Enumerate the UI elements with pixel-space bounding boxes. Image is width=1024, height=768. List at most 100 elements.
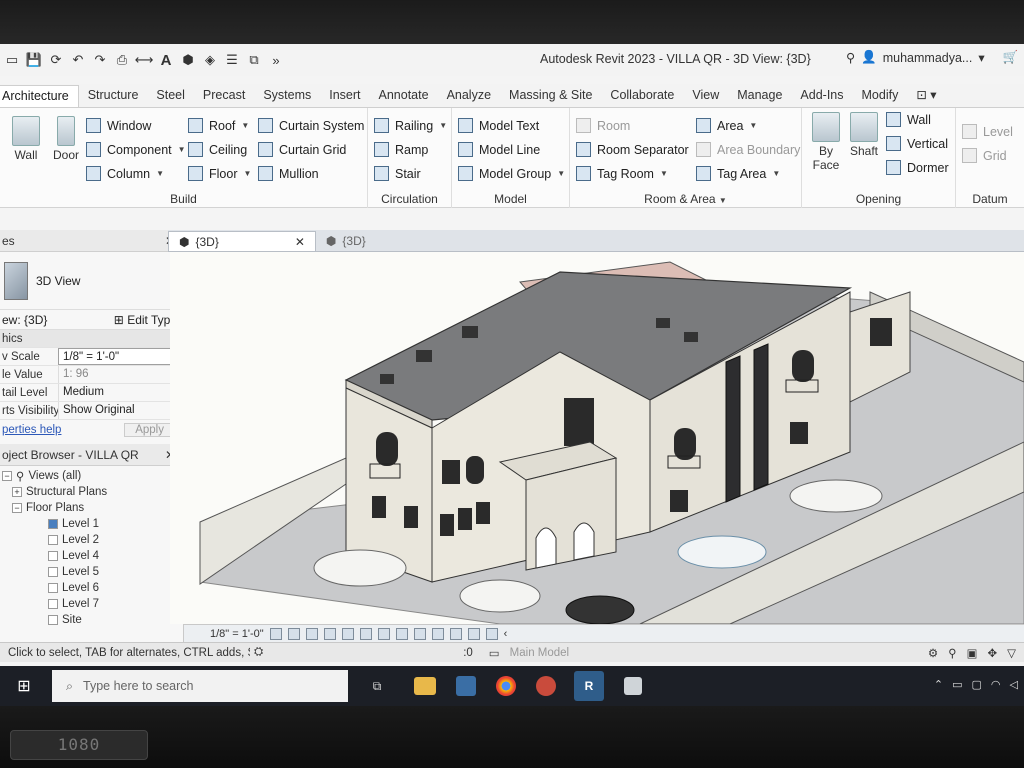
tree-item-views[interactable]: − ⚲ Views (all) <box>0 468 183 484</box>
view-scale[interactable]: 1/8" = 1'-0" <box>210 628 264 640</box>
main-model-label[interactable]: Main Model <box>510 647 569 659</box>
expand-qat-icon[interactable]: » <box>268 52 284 68</box>
tab-structure[interactable]: Structure <box>79 85 148 107</box>
collapse-icon[interactable]: − <box>12 503 22 513</box>
render-icon[interactable] <box>341 627 354 640</box>
tree-item-level[interactable]: Level 6 <box>0 580 183 596</box>
property-value[interactable]: 1/8" = 1'-0" <box>58 348 183 365</box>
chevron-down-icon[interactable]: ▼ <box>660 169 668 178</box>
model-text-button[interactable]: Model Text <box>458 118 539 133</box>
tree-item-level[interactable]: Level 4 <box>0 548 183 564</box>
cart-icon[interactable]: 🛒 <box>1003 50 1019 65</box>
drag-elements-icon[interactable]: ✥ <box>988 646 998 660</box>
tab-massing-site[interactable]: Massing & Site <box>500 85 601 107</box>
ribbon-minimize-icon[interactable]: ⊡ ▾ <box>907 85 945 107</box>
3d-view-canvas[interactable] <box>170 252 1024 624</box>
tab-architecture[interactable]: Architecture <box>0 85 79 107</box>
highlight-displacement-icon[interactable] <box>467 627 480 640</box>
binoculars-icon[interactable]: ⚲ <box>846 50 855 65</box>
chevron-down-icon[interactable]: ▼ <box>439 121 447 130</box>
room-button[interactable]: Room <box>576 118 630 133</box>
tree-item-level[interactable]: Level 7 <box>0 596 183 612</box>
tab-annotate[interactable]: Annotate <box>370 85 438 107</box>
floor-button[interactable]: Floor ▼ <box>188 166 251 181</box>
chevron-down-icon[interactable]: ▼ <box>241 121 249 130</box>
chevron-up-icon[interactable]: ⌃ <box>934 678 943 691</box>
windows-start-icon[interactable]: ⊞ <box>0 666 48 706</box>
sync-icon[interactable]: ⟳ <box>48 52 64 68</box>
select-faces-icon[interactable]: ▣ <box>967 646 978 660</box>
mullion-button[interactable]: Mullion <box>258 166 319 181</box>
dormer-button[interactable]: Dormer <box>886 160 949 175</box>
property-row[interactable]: tail Level Medium <box>0 384 183 402</box>
reveal-constraints-icon[interactable] <box>485 627 498 640</box>
chevron-down-icon[interactable]: ▼ <box>749 121 757 130</box>
tab-systems[interactable]: Systems <box>254 85 320 107</box>
volume-icon[interactable]: ◁ <box>1010 678 1018 691</box>
chevron-down-icon[interactable]: ▼ <box>156 169 164 178</box>
taskbar-search-input[interactable]: ⌕ Type here to search <box>52 670 348 702</box>
show-crop-icon[interactable] <box>377 627 390 640</box>
chevron-down-icon[interactable]: ▼ <box>719 196 727 205</box>
visual-style-icon[interactable] <box>287 627 300 640</box>
instance-filter[interactable]: ew: {3D} <box>2 313 47 327</box>
view-tab-3d[interactable]: ⬢ {3D} ✕ <box>168 231 316 251</box>
area-boundary-button[interactable]: Area Boundary <box>696 142 800 157</box>
property-row[interactable]: le Value 1: 96 <box>0 366 183 384</box>
collapse-icon[interactable]: − <box>2 471 12 481</box>
chevron-down-icon[interactable]: ▼ <box>772 169 780 178</box>
revit-icon[interactable]: R <box>574 671 604 701</box>
stair-button[interactable]: Stair <box>374 166 421 181</box>
ramp-button[interactable]: Ramp <box>374 142 428 157</box>
shaft-button[interactable]: Shaft <box>848 112 880 158</box>
level-button[interactable]: Level <box>962 124 1013 139</box>
user-area[interactable]: ⚲ 👤 muhammadya... ▾ 🛒 <box>846 50 1018 65</box>
group-label-room-area[interactable]: Room & Area ▼ <box>570 192 801 206</box>
property-value[interactable]: Medium <box>58 384 183 401</box>
shadows-icon[interactable] <box>323 627 336 640</box>
select-pinned-icon[interactable]: ⚲ <box>948 646 956 660</box>
sections-icon[interactable]: ◈ <box>202 52 218 68</box>
model-line-button[interactable]: Model Line <box>458 142 540 157</box>
apply-button[interactable]: Apply <box>124 423 175 437</box>
lock-view-icon[interactable] <box>395 627 408 640</box>
column-button[interactable]: Column ▼ <box>86 166 164 181</box>
chevron-down-icon[interactable]: ▼ <box>243 169 251 178</box>
curtain-grid-button[interactable]: Curtain Grid <box>258 142 346 157</box>
tab-analyze[interactable]: Analyze <box>438 85 500 107</box>
tree-item-level[interactable]: Level 2 <box>0 532 183 548</box>
curtain-system-button[interactable]: Curtain System <box>258 118 364 133</box>
property-value[interactable]: Show Original <box>58 402 183 419</box>
select-links-icon[interactable]: ⚙ <box>928 646 938 660</box>
section-graphics[interactable]: hics <box>0 330 183 348</box>
store-icon[interactable] <box>456 676 476 696</box>
selection-filter-icon[interactable]: ⛭ <box>254 646 263 659</box>
view-tab-3d-secondary[interactable]: ⬢ {3D} <box>316 231 376 251</box>
switch-windows-icon[interactable]: ⧉ <box>246 52 262 68</box>
analytical-model-icon[interactable] <box>449 627 462 640</box>
user-name[interactable]: muhammadya... <box>883 51 973 65</box>
measure-icon[interactable]: ⟷ <box>135 52 154 68</box>
wifi-icon[interactable]: ◠ <box>991 678 1001 691</box>
expand-icon[interactable]: + <box>12 487 22 497</box>
tab-collaborate[interactable]: Collaborate <box>601 85 683 107</box>
component-button[interactable]: Component ▼ <box>86 142 186 157</box>
ceiling-button[interactable]: Ceiling <box>188 142 247 157</box>
model-group-button[interactable]: Model Group ▼ <box>458 166 565 181</box>
file-explorer-icon[interactable] <box>414 677 436 695</box>
tab-insert[interactable]: Insert <box>320 85 369 107</box>
battery-icon[interactable]: ▭ <box>952 678 962 691</box>
tree-item-level[interactable]: Level 1 <box>0 516 183 532</box>
tag-room-button[interactable]: Tag Room ▼ <box>576 166 668 181</box>
viewer-icon[interactable] <box>624 677 642 695</box>
3d-view-icon[interactable]: ⬢ <box>180 52 196 68</box>
room-separator-button[interactable]: Room Separator <box>576 142 689 157</box>
tab-modify[interactable]: Modify <box>853 85 908 107</box>
workset-indicator[interactable]: :0 <box>463 647 473 659</box>
crop-view-icon[interactable] <box>359 627 372 640</box>
reveal-hidden-icon[interactable] <box>431 627 444 640</box>
design-options-icon[interactable]: ▭ <box>489 646 500 660</box>
edit-type-button[interactable]: ⊞ Edit Type <box>114 313 177 327</box>
filter-icon[interactable]: ▽ <box>1007 646 1016 660</box>
text-icon[interactable]: A <box>158 52 174 69</box>
